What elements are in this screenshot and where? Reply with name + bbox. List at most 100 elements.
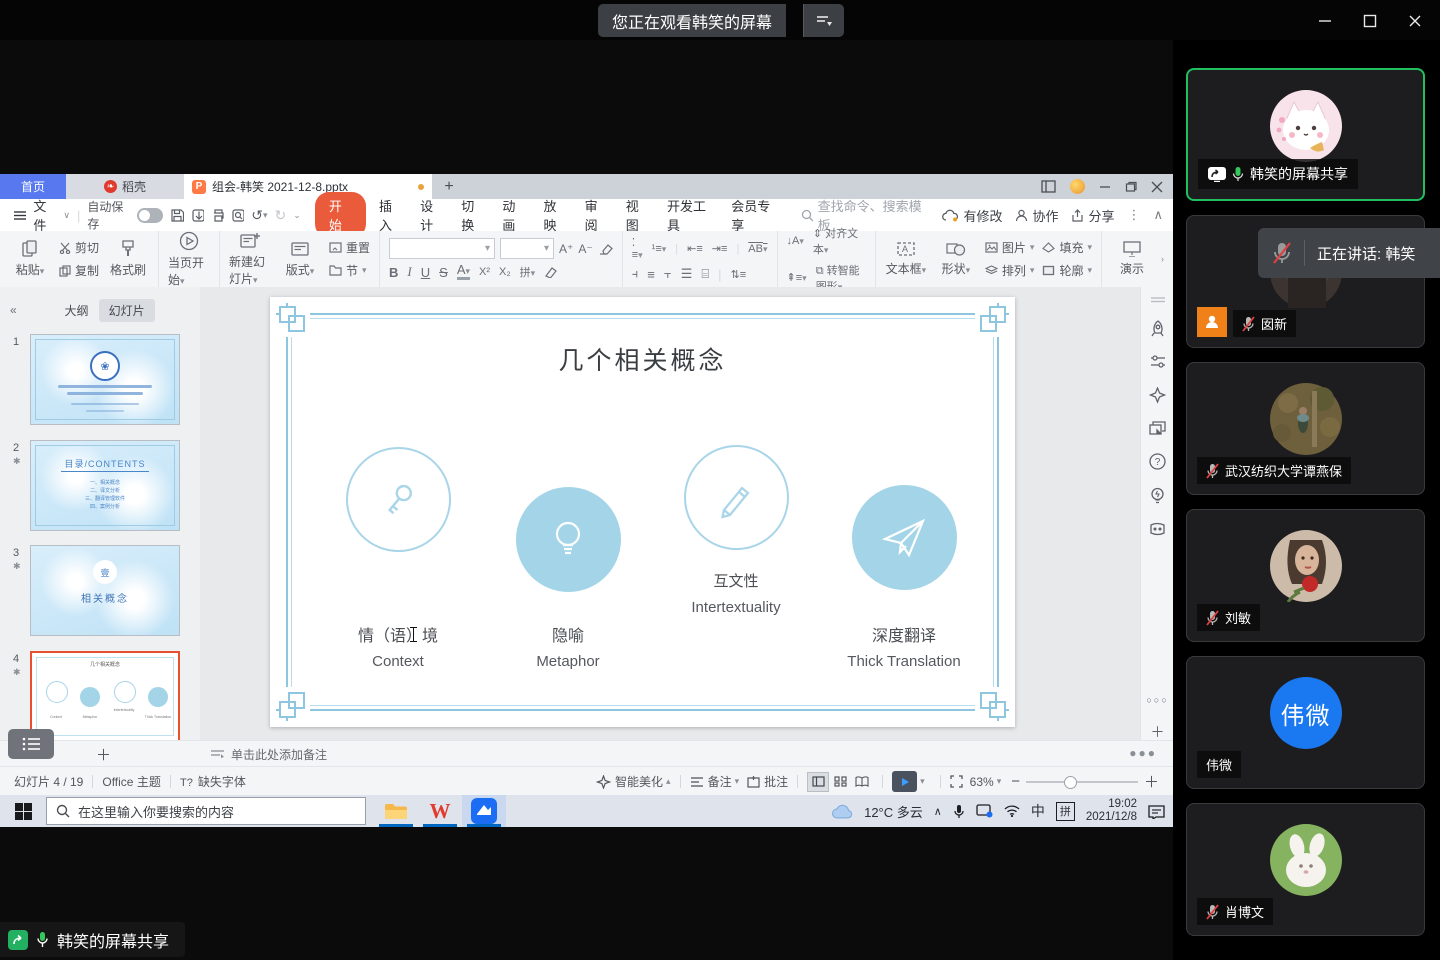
file-menu[interactable]: 文件 [33, 196, 56, 234]
zoom-slider-knob[interactable] [1064, 776, 1077, 789]
start-button[interactable] [0, 795, 46, 827]
new-slide-button[interactable]: 新建幻灯片▾ [229, 232, 271, 287]
concept-context[interactable]: 情（语）境 Context [323, 447, 473, 670]
presentation-tools-button[interactable]: 演示 [1111, 241, 1153, 277]
rail-more-icon[interactable]: ○○○ [1146, 695, 1168, 705]
layout-button[interactable]: 版式▾ [279, 240, 321, 278]
print-icon[interactable] [211, 208, 224, 223]
shapes-button[interactable]: 形状▾ [935, 241, 977, 277]
justify-button[interactable]: ☰ [681, 266, 693, 282]
wps-minimize-icon[interactable] [1099, 181, 1111, 193]
paragraph-spacing-button[interactable]: ⇞≡▾ [787, 271, 807, 284]
clear-format-icon[interactable] [598, 243, 613, 255]
slide-thumbnail-3[interactable]: 壹 相关概念 [30, 545, 180, 636]
slides-tab[interactable]: 幻灯片 [99, 299, 155, 322]
vertical-text-button[interactable]: ↓A▾ [787, 235, 804, 247]
layout-toggle-button[interactable] [803, 4, 844, 37]
more-menu-icon[interactable]: ⋮ [1128, 207, 1141, 223]
maximize-button[interactable] [1359, 10, 1381, 32]
save-icon[interactable] [170, 208, 183, 223]
decrease-indent-button[interactable]: ⇤≡ [687, 242, 703, 255]
font-family-combo[interactable]: ▾ [389, 238, 495, 259]
participant-tile-xiaobowen[interactable]: 肖博文 [1186, 803, 1425, 936]
weather-text[interactable]: 12°C 多云 [864, 802, 923, 821]
participant-tile-liumin[interactable]: 刘敏 [1186, 509, 1425, 642]
current-slide[interactable]: 几个相关概念 情（语）境 Context 隐喻 Metaphor [270, 297, 1015, 727]
reading-view-icon[interactable] [1041, 180, 1056, 193]
picture-button[interactable]: 图片▾ [985, 239, 1035, 256]
align-right-button[interactable]: ⫟ [664, 266, 672, 282]
meeting-app-taskbar-icon[interactable] [462, 795, 506, 827]
redo-button[interactable]: ↻ [275, 207, 287, 224]
wps-close-icon[interactable] [1151, 181, 1163, 193]
align-left-button[interactable]: ⫞ [632, 266, 639, 282]
italic-button[interactable]: I [407, 264, 411, 280]
notification-center-icon[interactable] [1148, 804, 1165, 819]
copy-button[interactable]: 复制 [59, 262, 99, 279]
weather-cloud-icon[interactable] [831, 804, 853, 819]
strikethrough-button[interactable]: S [439, 265, 448, 280]
rocket-icon[interactable] [1149, 320, 1166, 337]
file-explorer-taskbar-icon[interactable] [374, 795, 418, 827]
superscript-button[interactable]: X² [479, 266, 490, 278]
increase-indent-button[interactable]: ⇥≡ [712, 242, 728, 255]
zoom-out-button[interactable]: − [1011, 773, 1020, 790]
bullet-list-button[interactable]: ⁚≡▾ [632, 236, 643, 261]
slide-sorter-button[interactable] [8, 729, 54, 759]
font-color-button[interactable]: A▾ [457, 264, 470, 280]
align-text-button[interactable]: ⇕ 对齐文本▾ [813, 225, 866, 257]
beautify-button[interactable]: 智能美化 [615, 773, 663, 790]
line-spacing-button[interactable]: ⇅≡ [731, 268, 747, 281]
slideshow-play-button[interactable] [892, 771, 917, 792]
rail-handle-icon[interactable] [1151, 297, 1165, 303]
rail-add-icon[interactable]: ＋ [1151, 722, 1165, 742]
idea-bulb-icon[interactable] [1150, 487, 1165, 505]
subscript-button[interactable]: X₂ [499, 266, 511, 278]
share-button[interactable]: 分享 [1071, 206, 1114, 225]
help-icon[interactable]: ? [1149, 453, 1166, 470]
participant-tile-tanyanbao[interactable]: 武汉纺织大学谭燕保 [1186, 362, 1425, 495]
cut-button[interactable]: 剪切 [59, 239, 99, 256]
arrange-button[interactable]: 排列▾ [985, 262, 1035, 279]
normal-view-button[interactable] [807, 772, 829, 792]
taskbar-clock[interactable]: 19:02 2021/12/8 [1086, 798, 1137, 824]
wps-restore-icon[interactable] [1125, 181, 1137, 193]
textbox-button[interactable]: A 文本框▾ [885, 241, 927, 277]
add-notes-field[interactable]: 单击此处添加备注 [210, 746, 327, 763]
text-direction-button[interactable]: AB▾ [748, 243, 767, 255]
account-avatar[interactable] [1070, 179, 1085, 194]
undo-button[interactable]: ↺▾ [251, 207, 267, 224]
fit-slide-icon[interactable] [950, 775, 963, 788]
slide-thumbnail-1[interactable]: ❀ [30, 334, 180, 425]
participant-tile-hanxiao-share[interactable]: 韩笑的屏幕共享 [1186, 68, 1425, 201]
wifi-icon[interactable] [1004, 805, 1020, 817]
collaborate-button[interactable]: 协作 [1015, 206, 1058, 225]
layers-icon[interactable] [1149, 421, 1166, 436]
concept-metaphor[interactable]: 隐喻 Metaphor [493, 487, 643, 670]
notes-more-icon[interactable]: ●●● [1129, 746, 1157, 760]
outline-tab[interactable]: 大纲 [55, 299, 99, 322]
ime-language[interactable]: 中 [1031, 801, 1045, 821]
bold-button[interactable]: B [389, 265, 398, 280]
settings-sliders-icon[interactable] [1150, 354, 1166, 370]
screen-share-tray-icon[interactable] [976, 804, 993, 818]
add-slide-button[interactable]: ＋ [96, 744, 111, 765]
paste-button[interactable]: 粘贴▾ [9, 240, 51, 278]
align-center-button[interactable]: ≡ [647, 267, 655, 282]
zoom-slider[interactable] [1026, 781, 1138, 783]
wps-taskbar-icon[interactable]: W [418, 795, 462, 827]
print-preview-icon[interactable] [231, 208, 244, 223]
collapse-panel-button[interactable]: « [10, 303, 17, 317]
sticker-icon[interactable] [1149, 522, 1166, 538]
highlight-icon[interactable] [544, 266, 559, 278]
cloud-modified-button[interactable]: 有修改 [942, 206, 1002, 225]
collapse-ribbon-icon[interactable]: ∧ [1154, 207, 1164, 223]
tray-expand-icon[interactable]: ∧ [934, 805, 942, 818]
close-button[interactable] [1404, 10, 1426, 32]
zoom-percent[interactable]: 63% [970, 775, 994, 789]
taskbar-search-input[interactable]: 在这里输入你要搜索的内容 [46, 797, 366, 825]
font-enlarge-button[interactable]: A⁺ [559, 242, 573, 256]
ribbon-overflow-icon[interactable]: › [1161, 254, 1164, 264]
section-button[interactable]: 节▾ [329, 262, 370, 279]
hamburger-icon[interactable] [14, 210, 26, 221]
